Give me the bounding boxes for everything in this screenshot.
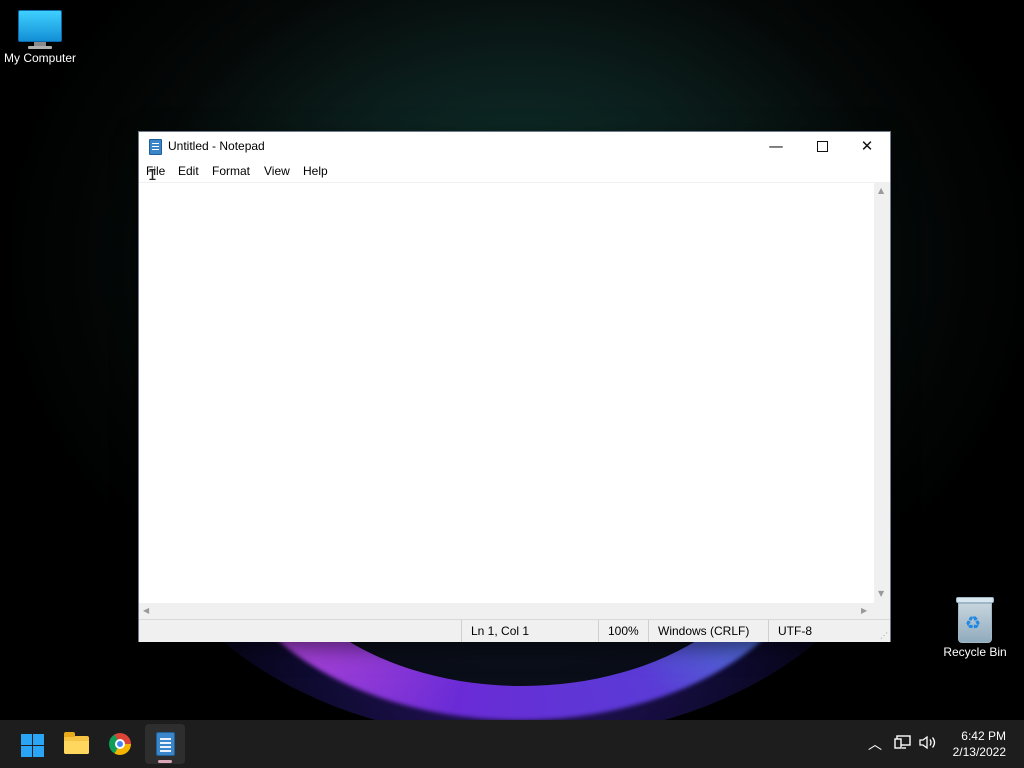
status-encoding: UTF-8 [768, 620, 878, 642]
volume-icon[interactable] [919, 735, 937, 754]
windows-logo-icon [21, 734, 44, 757]
minimize-button[interactable]: — [753, 132, 799, 160]
taskbar-notepad[interactable] [145, 724, 185, 764]
chrome-icon [109, 733, 131, 755]
status-line-ending: Windows (CRLF) [648, 620, 768, 642]
desktop-icon-recycle-bin[interactable]: ♻ Recycle Bin [935, 597, 1015, 659]
system-clock[interactable]: 6:42 PM 2/13/2022 [940, 728, 1006, 760]
resize-grip-icon[interactable]: ⋰ [880, 631, 888, 640]
network-icon[interactable] [894, 735, 912, 754]
scroll-left-icon[interactable]: ◀ [143, 606, 149, 615]
clock-time: 6:42 PM [961, 729, 1006, 743]
scroll-right-icon[interactable]: ▶ [861, 606, 867, 615]
title-bar[interactable]: Untitled - Notepad — ✕ [139, 132, 890, 160]
maximize-button[interactable] [799, 132, 845, 160]
status-cursor-position: Ln 1, Col 1 [461, 620, 599, 642]
menu-edit[interactable]: Edit [178, 164, 199, 178]
text-editor-area[interactable] [139, 182, 874, 604]
horizontal-scrollbar[interactable]: ◀ ▶ [139, 603, 874, 619]
close-icon: ✕ [860, 137, 874, 155]
menu-bar: File Edit Format View Help [139, 160, 890, 182]
scroll-down-icon[interactable]: ▼ [878, 589, 884, 598]
notepad-icon [156, 732, 175, 756]
folder-icon [64, 732, 89, 754]
menu-help[interactable]: Help [303, 164, 328, 178]
scroll-up-icon[interactable]: ▲ [878, 186, 884, 195]
recycle-bin-icon: ♻ [935, 597, 1015, 643]
status-zoom: 100% [598, 620, 648, 642]
active-indicator [158, 760, 172, 763]
minimize-icon: — [768, 137, 784, 155]
window-title: Untitled - Notepad [168, 139, 265, 153]
maximize-icon [816, 141, 828, 152]
notepad-window: Untitled - Notepad — ✕ File Edit Format … [138, 131, 891, 642]
desktop-icon-label: Recycle Bin [943, 645, 1007, 659]
taskbar-file-explorer[interactable] [56, 724, 96, 764]
scrollbar-corner [874, 603, 890, 619]
vertical-scrollbar[interactable]: ▲ ▼ [874, 182, 890, 603]
show-hidden-icons-chevron-icon[interactable]: ︿ [868, 734, 882, 754]
desktop-icon-my-computer[interactable]: My Computer [0, 10, 80, 65]
text-cursor-icon: I [148, 166, 158, 184]
desktop-icon-label: My Computer [3, 51, 77, 65]
taskbar-chrome[interactable] [100, 724, 140, 764]
computer-icon [0, 10, 80, 49]
clock-date: 2/13/2022 [952, 745, 1006, 759]
menu-view[interactable]: View [264, 164, 290, 178]
start-button[interactable] [12, 724, 52, 764]
menu-format[interactable]: Format [212, 164, 250, 178]
close-button[interactable]: ✕ [844, 132, 890, 160]
notepad-icon [149, 139, 162, 155]
status-bar: Ln 1, Col 1 100% Windows (CRLF) UTF-8 ⋰ [139, 619, 890, 642]
